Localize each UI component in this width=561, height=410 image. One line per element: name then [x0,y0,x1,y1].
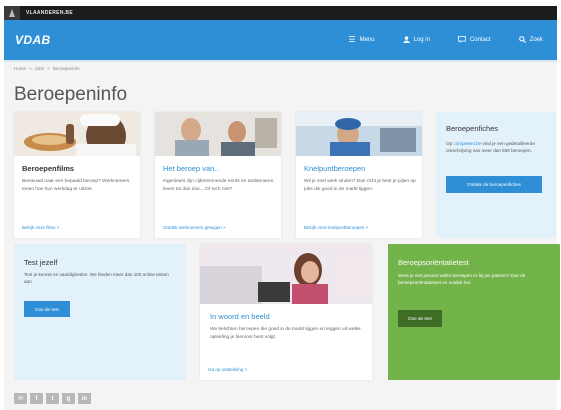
nav-subbar [4,60,557,62]
card-link[interactable]: Ga op ontdekking > [208,367,247,372]
orient-text: Weet je niet precies welke beroepen er b… [398,273,526,285]
card-body: Knelpuntberoepen Wil je snel werk vinden… [304,164,416,193]
breadcrumb-current: Beroepeninfo [52,66,80,71]
linkedin-icon[interactable]: in [78,393,91,404]
orient-title: Beroepsoriëntatietest [398,258,469,267]
nav-search[interactable]: Zoek [505,35,557,45]
nav-menu-label: Menu [359,37,375,43]
main-navbar: VDAB ☰ Menu Log in Contact Zoek [4,20,557,60]
test-jezelf-box: Test jezelf Test je kennis en vaardighed… [14,244,186,380]
breadcrumb-separator: > [29,66,32,71]
card-text: Ingenieurs zijn cijferminnende nerds en … [163,179,274,192]
card-title: Beroepenfilms [22,164,75,173]
card-image-woman-laptop [200,244,372,304]
nav-menu[interactable]: ☰ Menu [334,36,388,44]
card-title[interactable]: In woord en beeld [210,312,366,321]
card-knelpuntberoepen[interactable]: Knelpuntberoepen Wil je snel werk vinden… [296,112,422,238]
nav-items: ☰ Menu Log in Contact Zoek [334,20,557,60]
card-text: We belichten beroepen die goed in de mar… [210,327,361,340]
mail-icon[interactable]: ✉ [14,393,27,404]
page-title: Beroepeninfo [14,84,128,105]
user-icon [402,35,410,45]
breadcrumb-home[interactable]: Home [14,66,26,71]
breadcrumb-separator: > [47,66,50,71]
brand-logo[interactable]: VDAB [15,33,51,47]
googleplus-icon[interactable]: g [62,393,75,404]
facebook-icon[interactable]: f [30,393,43,404]
card-image-workers [155,112,281,156]
nav-login[interactable]: Log in [389,35,444,45]
card-in-woord-en-beeld[interactable]: In woord en beeld We belichten beroepen … [200,244,372,380]
search-icon [518,35,526,45]
card-text: Wil je snel werk vinden? Dan richt je be… [304,179,416,192]
competent-link[interactable]: competent.be [453,141,481,146]
nav-contact-label: Contact [469,37,491,43]
card-image-chef [14,112,140,156]
card-image-technician [296,112,422,156]
nav-search-label: Zoek [529,37,543,43]
card-beroepenfilms[interactable]: Beroepenfilms Benieuwd naar een bepaald … [14,112,140,238]
fiches-title: Beroepenfiches [446,124,499,133]
beroepsorientatietest-box: Beroepsoriëntatietest Weet je niet preci… [388,244,560,380]
chat-icon [458,35,466,45]
beroepenfiches-box: Beroepenfiches Op competent.be vind je e… [436,112,556,238]
vlaanderen-logo-icon[interactable] [4,6,20,20]
card-text: Benieuwd naar een bepaald beroep? Werkne… [22,179,130,192]
breadcrumb: Home > Jobs > Beroepeninfo [14,66,80,71]
card-body: Beroepenfilms Benieuwd naar een bepaald … [22,164,134,193]
card-link[interactable]: Ontdek werknemers getuigen > [163,225,226,230]
test-text: Test je kennis en vaardigheden. We biede… [24,272,169,284]
orient-doe-de-test-button[interactable]: Doe de test [398,310,442,327]
card-body: In woord en beeld We belichten beroepen … [210,312,366,341]
top-strip: VLAANDEREN.BE [4,6,557,20]
card-link[interactable]: Bekijk onze knelpuntberoepen > [304,225,368,230]
fiches-text: Op competent.be vind je een gedetailleer… [446,140,550,154]
vlaanderen-link[interactable]: VLAANDEREN.BE [26,10,73,16]
nav-contact[interactable]: Contact [444,35,505,45]
card-title[interactable]: Het beroep van.. [163,164,275,173]
social-links: ✉ f t g in [14,393,91,404]
doe-de-test-button[interactable]: Doe de test [24,301,70,317]
ontdek-fiches-button[interactable]: Ontdek de beroepenfiches [446,176,542,193]
twitter-icon[interactable]: t [46,393,59,404]
card-het-beroep-van[interactable]: Het beroep van.. Ingenieurs zijn cijferm… [155,112,281,238]
card-body: Het beroep van.. Ingenieurs zijn cijferm… [163,164,275,193]
test-title: Test jezelf [24,258,58,267]
card-title[interactable]: Knelpuntberoepen [304,164,416,173]
breadcrumb-jobs[interactable]: Jobs [35,66,45,71]
nav-login-label: Log in [413,37,430,43]
menu-icon: ☰ [348,35,356,44]
card-link[interactable]: Bekijk onze films > [22,225,59,230]
